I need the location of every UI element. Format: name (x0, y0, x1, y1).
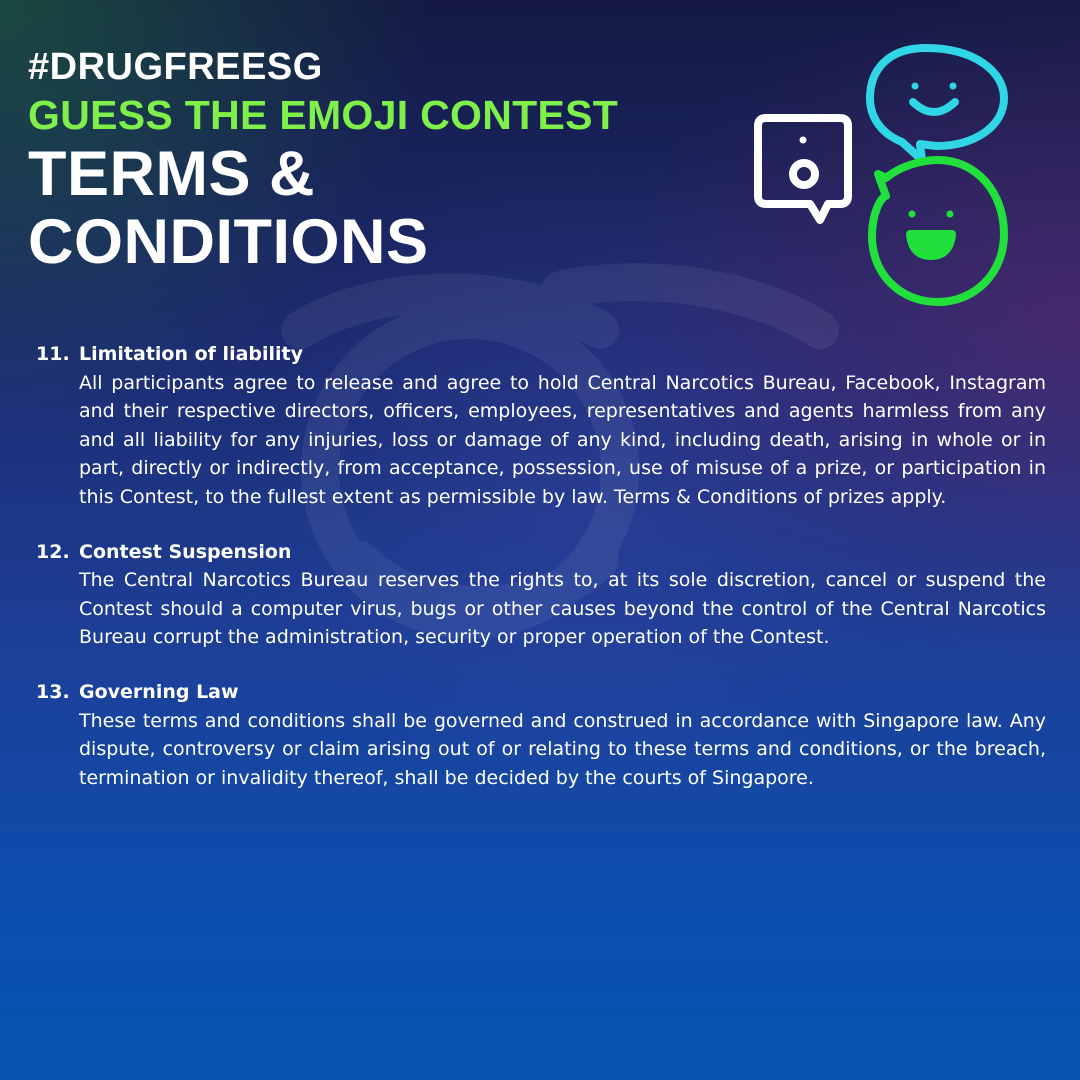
term-number: 13. (36, 680, 70, 703)
term-heading: Limitation of liability (79, 343, 304, 365)
header: #DRUGFREESG GUESS THE EMOJI CONTEST TERM… (28, 44, 728, 276)
term-number: 11. (36, 343, 70, 365)
term-text: These terms and conditions shall be gove… (79, 709, 1046, 789)
emoji-illustration (754, 44, 1008, 306)
page-title: TERMS & CONDITIONS (28, 139, 429, 277)
term-text: The Central Narcotics Bureau reserves th… (79, 569, 1046, 649)
terms-page: #DRUGFREESG GUESS THE EMOJI CONTEST TERM… (0, 0, 1080, 1080)
laughing-circle-emoji-icon (868, 156, 1008, 306)
terms-list: 11. Limitation of liability All particip… (36, 340, 1046, 818)
term-text: All participants agree to release and ag… (79, 371, 1046, 508)
term-heading: Contest Suspension (79, 540, 292, 563)
term-body: Governing Law These terms and conditions… (79, 678, 1046, 792)
contest-title: GUESS THE EMOJI CONTEST (28, 92, 619, 138)
term-item: 12. Contest Suspension The Central Narco… (36, 538, 1046, 652)
term-item: 13. Governing Law These terms and condit… (36, 678, 1046, 792)
term-body: Limitation of liability All participants… (79, 340, 1046, 512)
surprised-square-emoji-icon (754, 114, 852, 224)
smiling-speech-bubble-icon (866, 44, 1008, 164)
term-number: 12. (36, 540, 70, 563)
term-heading: Governing Law (79, 680, 239, 703)
hashtag-title: #DRUGFREESG (28, 46, 323, 88)
term-body: Contest Suspension The Central Narcotics… (79, 538, 1046, 652)
term-item: 11. Limitation of liability All particip… (36, 340, 1046, 512)
